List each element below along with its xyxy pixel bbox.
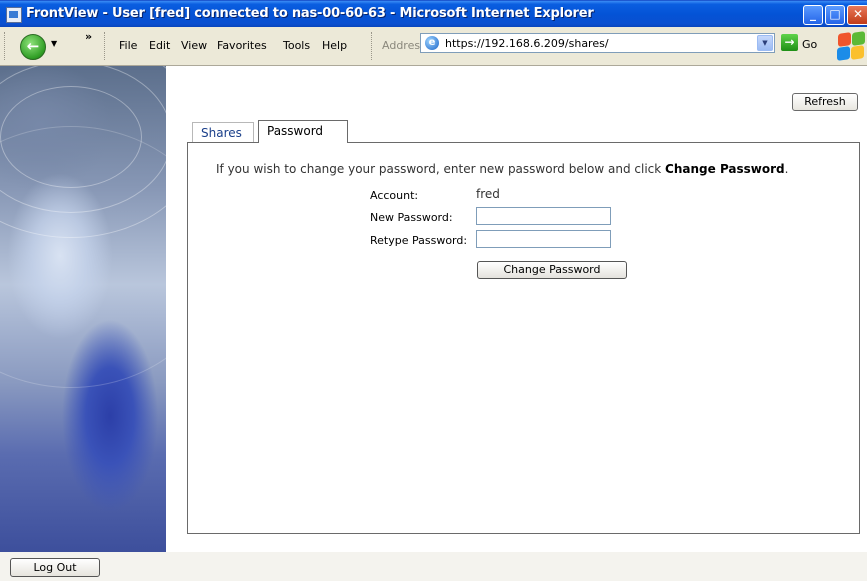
retype-password-label: Retype Password: (370, 234, 468, 247)
window-title: FrontView - User [fred] connected to nas… (26, 6, 594, 21)
footer-bar (0, 552, 867, 581)
new-password-label: New Password: (370, 211, 453, 224)
browser-window: FrontView - User [fred] connected to nas… (0, 0, 867, 581)
menu-favorites[interactable]: Favorites (217, 39, 267, 52)
address-bar[interactable]: e https://192.168.6.209/shares/ ▼ (420, 33, 775, 53)
toolbar-separator (104, 32, 107, 60)
logout-button[interactable]: Log Out (10, 558, 100, 577)
go-arrow-icon[interactable]: → (781, 34, 798, 51)
menu-file[interactable]: File (119, 39, 137, 52)
maximize-button[interactable]: □ (825, 5, 845, 25)
browser-toolbar: ← ▼ » File Edit View Favorites Tools Hel… (0, 27, 867, 66)
account-label: Account: (370, 189, 419, 202)
change-password-button[interactable]: Change Password (477, 261, 627, 279)
toolbar-overflow-chevron[interactable]: » (85, 30, 92, 43)
tab-password[interactable]: Password (258, 120, 348, 143)
menu-view[interactable]: View (181, 39, 207, 52)
page-content: Refresh Shares Password If you wish to c… (0, 66, 867, 581)
address-grip (371, 32, 374, 60)
menu-edit[interactable]: Edit (149, 39, 170, 52)
windows-logo-icon (836, 31, 866, 61)
back-button[interactable]: ← (20, 34, 46, 60)
network-cable-banner-image (0, 66, 166, 552)
tab-shares[interactable]: Shares (192, 122, 254, 143)
instructions-text: If you wish to change your password, ent… (216, 162, 789, 176)
toolbar-grip[interactable] (4, 32, 7, 60)
menu-help[interactable]: Help (322, 39, 347, 52)
menu-tools[interactable]: Tools (283, 39, 310, 52)
address-dropdown-icon[interactable]: ▼ (757, 35, 773, 51)
new-password-field[interactable] (476, 207, 611, 225)
retype-password-field[interactable] (476, 230, 611, 248)
title-bar[interactable]: FrontView - User [fred] connected to nas… (0, 0, 867, 28)
refresh-button[interactable]: Refresh (792, 93, 858, 111)
minimize-button[interactable]: _ (803, 5, 823, 25)
back-dropdown-icon[interactable]: ▼ (51, 39, 57, 48)
ie-window-icon (6, 7, 22, 23)
close-button[interactable]: ✕ (847, 5, 867, 25)
password-panel (187, 142, 860, 534)
go-button[interactable]: Go (802, 38, 817, 51)
address-url[interactable]: https://192.168.6.209/shares/ (445, 37, 609, 50)
account-value: fred (476, 187, 500, 201)
ie-page-icon: e (425, 36, 439, 50)
